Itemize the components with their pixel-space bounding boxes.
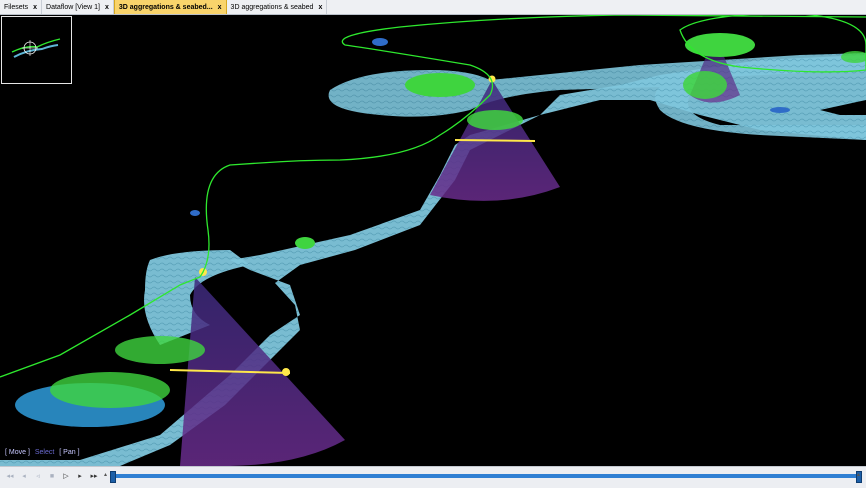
tab-3d-aggregations[interactable]: 3D aggregations & seabed x (227, 0, 328, 14)
close-icon[interactable]: x (318, 4, 322, 11)
3d-scene-render (0, 15, 866, 466)
playback-toolbar: ◂◂ ◂ ◃ ■ ▷ ▸ ▸▸ ▴ ▴ (0, 466, 866, 488)
step-back-button[interactable]: ◂ (18, 471, 30, 483)
close-icon[interactable]: x (218, 4, 222, 11)
play-button[interactable]: ▷ (60, 471, 72, 483)
rewind-fast-button[interactable]: ◂◂ (4, 471, 16, 483)
minimap-render (11, 38, 61, 58)
timeline-start-marker: ▴ (104, 472, 108, 478)
tab-dataflow[interactable]: Dataflow [View 1] x (42, 0, 114, 14)
overview-minimap[interactable] (1, 16, 72, 84)
mode-pan[interactable]: [ Pan ] (59, 449, 79, 456)
tab-label: Filesets (4, 3, 29, 11)
3d-scene-viewport[interactable]: [ Move ] Select [ Pan ] (0, 15, 866, 466)
stop-button[interactable]: ■ (46, 471, 58, 483)
timeline-slider[interactable] (110, 471, 862, 483)
mode-move[interactable]: [ Move ] (5, 449, 30, 456)
document-tab-bar: Filesets x Dataflow [View 1] x 3D aggreg… (0, 0, 866, 15)
forward-fast-button[interactable]: ▸▸ (88, 471, 100, 483)
close-icon[interactable]: x (105, 4, 109, 11)
tab-label: 3D aggregations & seabed (230, 3, 314, 11)
back-button[interactable]: ◃ (32, 471, 44, 483)
tab-3d-aggregations-active[interactable]: 3D aggregations & seabed... x (113, 0, 227, 14)
tab-label: Dataflow [View 1] (46, 3, 100, 11)
tab-filesets[interactable]: Filesets x (0, 0, 43, 14)
step-forward-button[interactable]: ▸ (74, 471, 86, 483)
mode-select[interactable]: Select (35, 449, 54, 456)
timeline-start-handle[interactable] (110, 471, 116, 483)
tab-label: 3D aggregations & seabed... (118, 3, 213, 11)
timeline-end-marker: ▴ (857, 472, 861, 478)
close-icon[interactable]: x (33, 4, 37, 11)
navigation-mode-bar: [ Move ] Select [ Pan ] (5, 449, 83, 456)
